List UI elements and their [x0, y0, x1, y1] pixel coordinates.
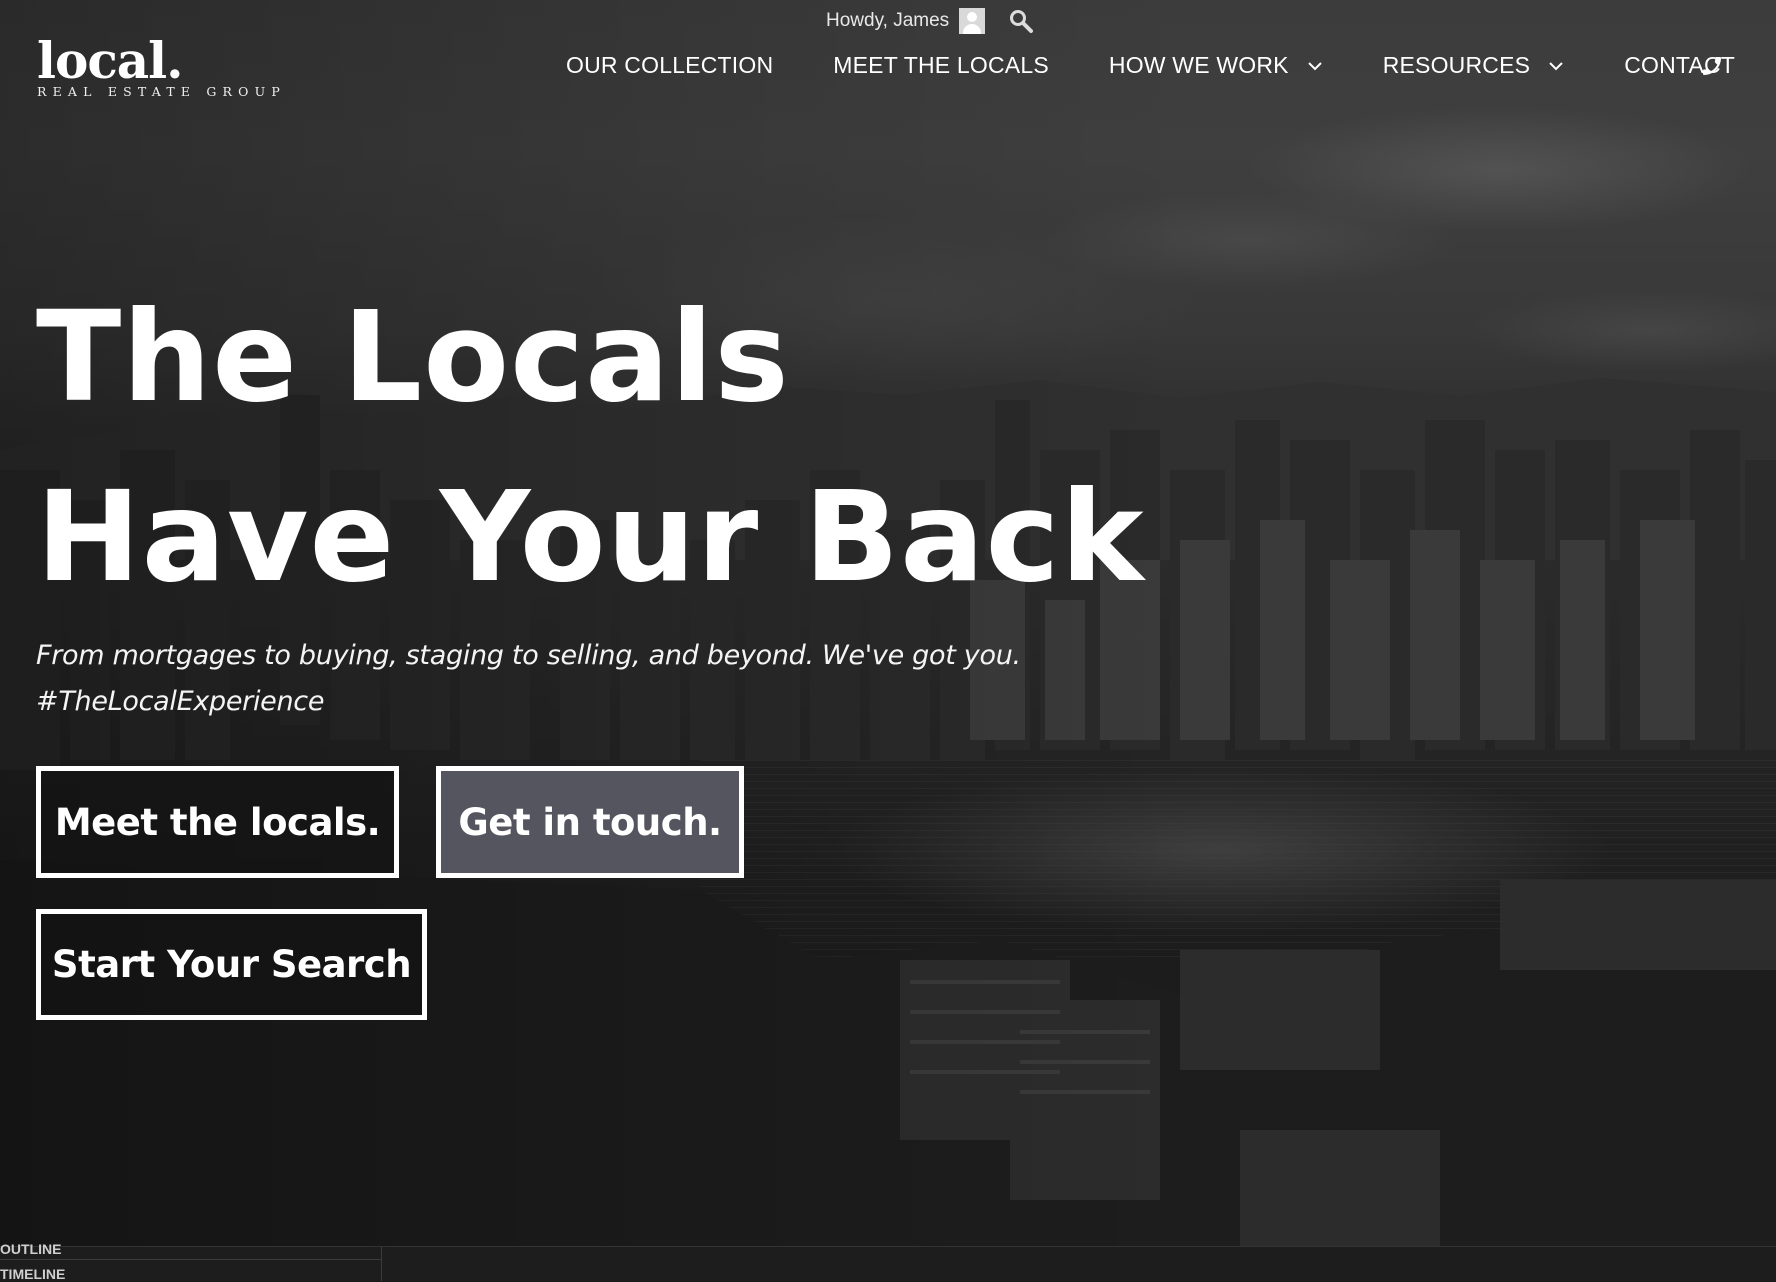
editor-side-panel: OUTLINE TIMELINE: [0, 1241, 382, 1282]
editor-panel: OUTLINE TIMELINE: [0, 1241, 1776, 1282]
nav-label: RESOURCES: [1382, 52, 1531, 78]
main-nav: OUR COLLECTION MEET THE LOCALS HOW WE WO…: [566, 52, 1735, 79]
nav-how-we-work[interactable]: HOW WE WORK: [1109, 52, 1323, 79]
avatar-icon[interactable]: [959, 8, 986, 34]
phone-icon[interactable]: [1700, 54, 1724, 78]
chevron-down-icon[interactable]: [1548, 61, 1564, 71]
user-bar: Howdy, James: [826, 8, 1034, 34]
nav-meet-the-locals[interactable]: MEET THE LOCALS: [833, 52, 1049, 79]
outline-tab[interactable]: OUTLINE: [0, 1241, 61, 1257]
start-your-search-button[interactable]: Start Your Search: [36, 909, 427, 1020]
subtext-hashtag: #TheLocalExperience: [36, 686, 325, 717]
chevron-down-icon[interactable]: [1307, 61, 1323, 71]
nav-label: OUR COLLECTION: [566, 52, 774, 78]
logo-tagline: REAL ESTATE GROUP: [37, 84, 286, 99]
hero-subtext: From mortgages to buying, staging to sel…: [36, 633, 1136, 725]
nav-label: MEET THE LOCALS: [833, 52, 1049, 78]
site-logo[interactable]: local. REAL ESTATE GROUP: [37, 31, 286, 100]
greeting-text[interactable]: Howdy, James: [826, 10, 949, 32]
nav-our-collection[interactable]: OUR COLLECTION: [566, 52, 773, 79]
nav-resources[interactable]: RESOURCES: [1383, 52, 1565, 79]
panel-divider: [0, 1259, 381, 1260]
nav-label: HOW WE WORK: [1108, 52, 1289, 78]
hero-headline: The Locals Have Your Back: [36, 268, 1145, 628]
headline-line-1: The Locals: [36, 285, 790, 430]
search-icon[interactable]: [1009, 9, 1034, 33]
headline-line-2: Have Your Back: [36, 465, 1145, 610]
subtext-line-1: From mortgages to buying, staging to sel…: [36, 640, 1021, 671]
meet-the-locals-button[interactable]: Meet the locals.: [36, 766, 399, 878]
logo-wordmark: local.: [37, 31, 184, 90]
get-in-touch-button[interactable]: Get in touch.: [436, 766, 744, 878]
